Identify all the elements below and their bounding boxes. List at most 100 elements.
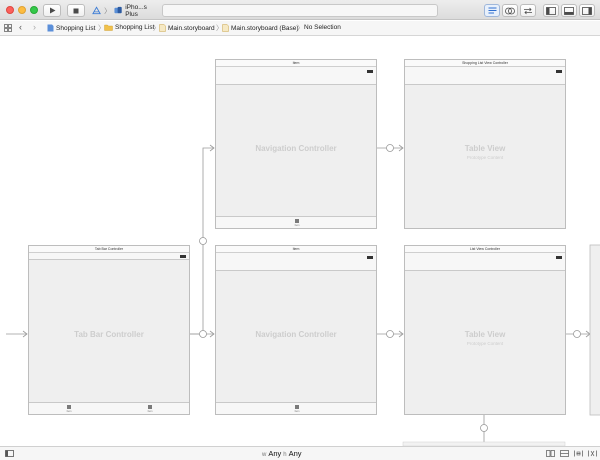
canvas-bottom-bar: w Any h Any	[0, 446, 600, 460]
scene-title: List View Controller	[405, 246, 565, 253]
related-items-icon[interactable]	[4, 24, 12, 34]
toggle-debug-area-button[interactable]	[561, 4, 577, 17]
stack-button[interactable]	[546, 450, 555, 459]
tab-item-icon	[295, 405, 299, 409]
scheme-selector[interactable]: 〉 iPho...s Plus	[92, 3, 158, 18]
height-prefix: h	[283, 452, 287, 458]
pin-icon	[574, 450, 583, 457]
navigation-bar	[405, 253, 565, 271]
jumpbar-item-localization[interactable]: Main.storyboard (Base)	[222, 24, 299, 32]
scene-placeholder-label: Table View	[464, 144, 506, 153]
assistant-rings-icon	[505, 7, 515, 14]
tab-item-label: Item	[147, 410, 153, 413]
tab-bar: Item	[216, 216, 376, 228]
forward-button[interactable]: ›	[33, 22, 36, 32]
status-bar	[29, 253, 189, 260]
chevron-right-icon: 〉	[297, 25, 304, 32]
segue-icon	[199, 330, 207, 338]
width-class-value: Any	[268, 449, 282, 458]
offscreen-scene-right	[589, 244, 600, 416]
tab-item-icon	[148, 405, 152, 409]
scene-shopping-list-view-controller[interactable]: Shopping List View Controller Table View…	[404, 59, 566, 229]
navigation-bar	[405, 67, 565, 85]
jumpbar-group-label: Shopping List	[115, 24, 155, 31]
tab-item-icon	[67, 405, 71, 409]
close-window-button[interactable]	[6, 6, 14, 14]
navigation-bar	[216, 67, 376, 85]
jumpbar-project-label: Shopping List	[56, 24, 96, 32]
segue-icon	[199, 237, 207, 245]
scene-placeholder-label: Tab Bar Controller	[74, 330, 144, 339]
toggle-document-outline-button[interactable]	[5, 450, 14, 459]
tab-bar: Item	[216, 402, 376, 414]
jumpbar-item-storyboard[interactable]: Main.storyboard	[159, 24, 215, 32]
jump-bar: ‹ › Shopping List 〉 Shopping List 〉 Main…	[0, 21, 600, 36]
lines-icon	[488, 7, 496, 14]
align-button[interactable]	[560, 450, 569, 459]
jumpbar-item-selection[interactable]: No Selection	[304, 24, 341, 31]
resolve-icon	[588, 450, 597, 457]
scene-placeholder-label: Navigation Controller	[255, 144, 337, 153]
segue-icon	[573, 330, 581, 338]
scene-title: Item	[216, 246, 376, 253]
arrows-swap-icon	[524, 7, 532, 14]
device-icon	[114, 6, 122, 14]
app-scheme-icon	[92, 6, 101, 15]
tab-item-icon	[295, 219, 299, 223]
activity-viewer	[162, 4, 438, 17]
tab-item-label: Item	[66, 410, 72, 413]
storyboard-file-icon	[222, 24, 229, 32]
segue-icon	[386, 144, 394, 152]
standard-editor-button[interactable]	[484, 4, 500, 17]
toggle-navigator-button[interactable]	[543, 4, 559, 17]
width-prefix: w	[262, 452, 267, 458]
pin-button[interactable]	[574, 450, 583, 459]
version-editor-button[interactable]	[520, 4, 536, 17]
bottom-panel-icon	[564, 6, 574, 15]
scheme-target-label: iPho...s Plus	[125, 3, 147, 18]
jumpbar-item-group[interactable]: Shopping List	[104, 24, 154, 31]
tab-bar: Item Item	[29, 402, 189, 414]
tab-item-label: Item	[294, 224, 300, 227]
project-file-icon	[47, 24, 54, 32]
battery-icon	[180, 255, 186, 258]
scene-placeholder-label: Table View	[464, 330, 506, 339]
segue-icon	[386, 330, 394, 338]
battery-icon	[556, 256, 562, 259]
resolve-autolayout-button[interactable]	[588, 450, 597, 459]
height-class-value: Any	[288, 449, 302, 458]
scene-navigation-controller-top[interactable]: Item Navigation Controller Item	[215, 59, 377, 229]
align-icon	[560, 450, 569, 457]
left-panel-icon	[546, 6, 556, 15]
jumpbar-selection-label: No Selection	[304, 24, 341, 31]
battery-icon	[367, 256, 373, 259]
run-button[interactable]	[43, 4, 61, 17]
jumpbar-localization-label: Main.storyboard (Base)	[231, 24, 299, 32]
scene-placeholder-label: Navigation Controller	[255, 330, 337, 339]
stop-button[interactable]	[67, 4, 85, 17]
folder-icon	[104, 24, 113, 31]
play-icon	[49, 7, 55, 14]
scene-tab-bar-controller[interactable]: Tab Bar Controller Tab Bar Controller It…	[28, 245, 190, 415]
window-toolbar: 〉 iPho...s Plus	[0, 0, 600, 20]
scene-list-view-controller[interactable]: List View Controller Table View Prototyp…	[404, 245, 566, 415]
size-class-control[interactable]: w Any h Any	[262, 449, 302, 458]
chevron-right-icon: 〉	[104, 7, 112, 15]
scene-title: Item	[216, 60, 376, 67]
assistant-editor-button[interactable]	[502, 4, 518, 17]
battery-icon	[556, 70, 562, 73]
storyboard-canvas[interactable]: Item Navigation Controller Item Shopping…	[0, 37, 600, 446]
scene-placeholder-subtitle: Prototype Content	[466, 155, 504, 160]
back-button[interactable]: ‹	[19, 22, 22, 32]
segue-icon	[480, 424, 488, 432]
toggle-utilities-button[interactable]	[579, 4, 595, 17]
stack-icon	[546, 450, 555, 457]
jumpbar-item-project[interactable]: Shopping List	[47, 24, 95, 32]
minimize-window-button[interactable]	[18, 6, 26, 14]
stop-icon	[73, 8, 79, 13]
scene-navigation-controller-bottom[interactable]: Item Navigation Controller Item	[215, 245, 377, 415]
zoom-window-button[interactable]	[30, 6, 38, 14]
scene-title: Tab Bar Controller	[29, 246, 189, 253]
storyboard-file-icon	[159, 24, 166, 32]
sidebar-icon	[5, 450, 14, 457]
